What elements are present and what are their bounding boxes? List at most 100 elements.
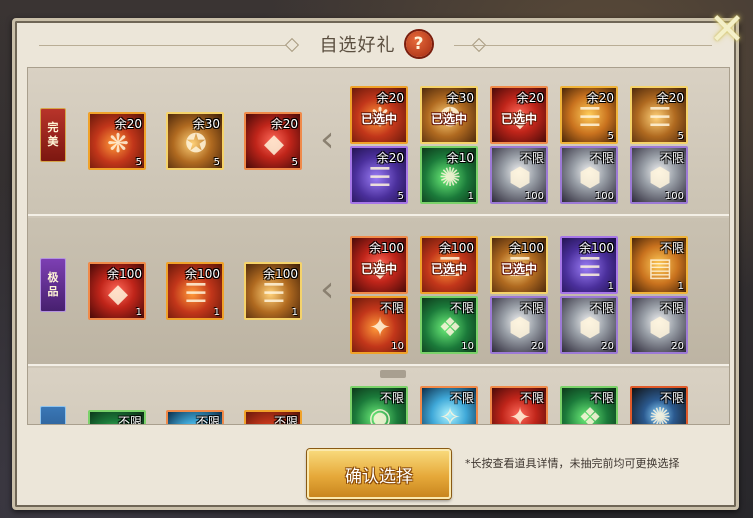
item-remaining: 不限 bbox=[659, 151, 684, 165]
selected-badge: 已选中 bbox=[430, 112, 467, 126]
item-remaining: 不限 bbox=[659, 301, 684, 315]
title-ornament-left bbox=[284, 37, 300, 53]
item-remaining: 不限 bbox=[117, 415, 142, 425]
item-count: 5 bbox=[397, 191, 404, 202]
item-remaining: 余20 bbox=[114, 117, 142, 131]
selected-badge: 已选中 bbox=[500, 262, 537, 276]
item-count: 20 bbox=[671, 341, 684, 352]
chevron-left-icon: ‹ bbox=[320, 269, 335, 310]
item-remaining: 余20 bbox=[586, 91, 614, 105]
item-remaining: 余10 bbox=[446, 151, 474, 165]
pick-item[interactable]: ☰ 余20 5 bbox=[350, 146, 408, 204]
confirm-button[interactable]: 确认选择 bbox=[307, 449, 451, 499]
item-count: 5 bbox=[291, 157, 298, 168]
item-count: 5 bbox=[677, 131, 684, 142]
item-remaining: 余100 bbox=[439, 241, 474, 255]
item-count: 1 bbox=[213, 307, 220, 318]
pick-item[interactable]: ❖ 不限 10 bbox=[420, 296, 478, 354]
tier-list[interactable]: 完美 ❋ 余20 5 ✪ 余30 5 ◆ 余20 5 ‹ ❋ 余20 已选中 ✪ 余30 已选中 ◆ 余20 已选中 ☰… bbox=[27, 67, 730, 425]
title-divider-right bbox=[454, 45, 712, 46]
title-bar: 自选好礼 ? bbox=[15, 21, 736, 67]
chevron-left-icon: ‹ bbox=[320, 119, 335, 160]
selected-badge: 已选中 bbox=[430, 262, 467, 276]
item-count: 10 bbox=[461, 341, 474, 352]
pick-item[interactable]: ⬢ 不限 100 bbox=[490, 146, 548, 204]
item-count: 5 bbox=[213, 157, 220, 168]
scroll-thumb[interactable] bbox=[380, 370, 406, 378]
item-count: 1 bbox=[291, 307, 298, 318]
tier-tag-char: 美 bbox=[47, 135, 59, 148]
item-remaining: 不限 bbox=[519, 391, 544, 405]
pick-item[interactable]: ▤ 不限 1 bbox=[630, 236, 688, 294]
selected-badge: 已选中 bbox=[360, 112, 397, 126]
pick-item[interactable]: ☰ 余100 已选中 bbox=[490, 236, 548, 294]
pool-item[interactable]: ✪ 余30 5 bbox=[166, 112, 224, 170]
pool-item[interactable]: ◆ 余100 1 bbox=[88, 262, 146, 320]
pool-item[interactable]: ✦不限 bbox=[244, 410, 302, 425]
tier-tag: 完美 bbox=[40, 108, 66, 162]
item-remaining: 余100 bbox=[369, 241, 404, 255]
pick-item[interactable]: ⬢ 不限 20 bbox=[490, 296, 548, 354]
pick-item[interactable]: ◆ 余100 已选中 bbox=[350, 236, 408, 294]
item-remaining: 不限 bbox=[589, 301, 614, 315]
pick-item[interactable]: ⬢ 不限 100 bbox=[560, 146, 618, 204]
hint-text: *长按查看道具详情，未抽完前均可更换选择 bbox=[465, 457, 680, 470]
pick-item[interactable]: ⬢ 不限 20 bbox=[560, 296, 618, 354]
pick-item[interactable]: ◉ 不限 bbox=[350, 386, 408, 424]
selected-badge: 已选中 bbox=[360, 262, 397, 276]
tier-row: 极品 ◆ 余100 1 ☰ 余100 1 ☰ 余100 1 ‹ ◆ 余100 已选中 ☰ 余100 已选中 ☰ 余1… bbox=[28, 218, 729, 366]
item-remaining: 余20 bbox=[656, 91, 684, 105]
pick-item[interactable]: ☰ 余20 5 bbox=[630, 86, 688, 144]
item-remaining: 不限 bbox=[379, 301, 404, 315]
item-remaining: 不限 bbox=[519, 301, 544, 315]
item-remaining: 余20 bbox=[376, 151, 404, 165]
item-count: 20 bbox=[601, 341, 614, 352]
pick-item[interactable]: ✦ 不限 10 bbox=[350, 296, 408, 354]
pick-item[interactable]: ✪ 余30 已选中 bbox=[420, 86, 478, 144]
item-remaining: 不限 bbox=[195, 415, 220, 425]
item-remaining: 不限 bbox=[589, 391, 614, 405]
item-remaining: 余30 bbox=[192, 117, 220, 131]
gift-selection-panel: 自选好礼 ? 完美 ❋ 余20 5 ✪ 余30 5 ◆ 余20 5 ‹ ❋ 余20 已选中 ✪ 余30 已选中 ◆… bbox=[12, 18, 739, 510]
item-remaining: 余100 bbox=[107, 267, 142, 281]
item-remaining: 不限 bbox=[589, 151, 614, 165]
tier-row: ❖不限 ✧不限 ✦不限 ‹ ◉不限 ✧不限 ✦不限 ❖不限 ✺不限 bbox=[28, 368, 729, 425]
pick-item[interactable]: ❖ 不限 bbox=[560, 386, 618, 424]
pick-item[interactable]: ☰ 余20 5 bbox=[560, 86, 618, 144]
item-remaining: 不限 bbox=[659, 241, 684, 255]
pick-item[interactable]: ✺ 不限 bbox=[630, 386, 688, 424]
pick-item[interactable]: ⬢ 不限 20 bbox=[630, 296, 688, 354]
tier-tag bbox=[40, 406, 66, 424]
pick-item[interactable]: ✦ 不限 bbox=[490, 386, 548, 424]
item-count: 1 bbox=[607, 281, 614, 292]
item-count: 100 bbox=[524, 191, 544, 202]
pool-item[interactable]: ❋ 余20 5 bbox=[88, 112, 146, 170]
pick-item[interactable]: ⬢ 不限 100 bbox=[630, 146, 688, 204]
pool-item[interactable]: ❖不限 bbox=[88, 410, 146, 425]
tier-tag-char: 品 bbox=[47, 285, 59, 298]
pool-item[interactable]: ✧不限 bbox=[166, 410, 224, 425]
item-remaining: 不限 bbox=[449, 301, 474, 315]
item-remaining: 不限 bbox=[659, 391, 684, 405]
item-count: 100 bbox=[664, 191, 684, 202]
pick-item[interactable]: ◆ 余20 已选中 bbox=[490, 86, 548, 144]
pick-item[interactable]: ✺ 余10 1 bbox=[420, 146, 478, 204]
pool-item[interactable]: ◆ 余20 5 bbox=[244, 112, 302, 170]
item-count: 1 bbox=[677, 281, 684, 292]
pick-item[interactable]: ☰ 余100 已选中 bbox=[420, 236, 478, 294]
title-divider-left bbox=[39, 45, 297, 46]
item-remaining: 余20 bbox=[516, 91, 544, 105]
item-remaining: 余20 bbox=[270, 117, 298, 131]
pool-item[interactable]: ☰ 余100 1 bbox=[244, 262, 302, 320]
pick-item[interactable]: ❋ 余20 已选中 bbox=[350, 86, 408, 144]
item-remaining: 不限 bbox=[273, 415, 298, 425]
pick-item[interactable]: ✧ 不限 bbox=[420, 386, 478, 424]
help-icon[interactable]: ? bbox=[405, 31, 432, 57]
tier-row: 完美 ❋ 余20 5 ✪ 余30 5 ◆ 余20 5 ‹ ❋ 余20 已选中 ✪ 余30 已选中 ◆ 余20 已选中 ☰… bbox=[28, 68, 729, 216]
close-icon[interactable]: ✕ bbox=[705, 8, 749, 52]
item-count: 20 bbox=[531, 341, 544, 352]
pick-item[interactable]: ☰ 余100 1 bbox=[560, 236, 618, 294]
chevron-left-icon: ‹ bbox=[320, 420, 334, 425]
item-remaining: 不限 bbox=[449, 391, 474, 405]
pool-item[interactable]: ☰ 余100 1 bbox=[166, 262, 224, 320]
